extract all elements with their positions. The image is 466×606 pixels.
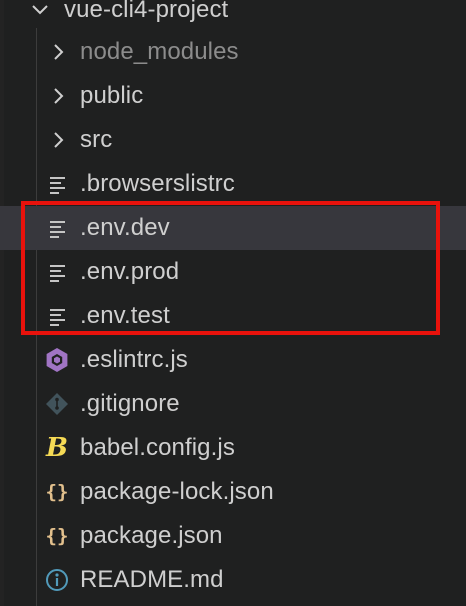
info-icon [46,569,68,591]
tree-item-env-test[interactable]: .env.test [0,294,466,338]
tree-item-eslintrc[interactable]: .eslintrc.js [0,338,466,382]
chevron-down-icon [32,5,48,15]
text-file-icon [50,177,65,194]
tree-item-label: .browserslistrc [80,170,235,197]
text-file-icon [50,309,65,326]
tree-item-gitignore[interactable]: .gitignore [0,382,466,426]
tree-item-label: node_modules [80,38,239,65]
tree-item-label: .env.dev [80,214,170,241]
tree-item-label: README.md [80,566,224,593]
tree-item-babel-config[interactable]: B babel.config.js [0,426,466,470]
tree-item-label: public [80,82,144,109]
tree-item-label: .eslintrc.js [80,346,188,373]
json-braces-icon: {} [45,481,69,503]
tree-item-browserslistrc[interactable]: .browserslistrc [0,162,466,206]
text-file-icon [50,221,65,238]
tree-item-env-prod[interactable]: .env.prod [0,250,466,294]
chevron-right-icon [54,44,64,60]
tree-item-readme[interactable]: README.md [0,558,466,602]
tree-item-label: .env.test [80,302,170,329]
babel-icon: B [45,433,69,463]
tree-item-node-modules[interactable]: node_modules [0,30,466,74]
tree-root-folder[interactable]: vue-cli4-project [0,0,466,32]
chevron-right-icon [54,132,64,148]
tree-item-public[interactable]: public [0,74,466,118]
tree-item-label: .env.prod [80,258,180,285]
tree-item-src[interactable]: src [0,118,466,162]
tree-item-package-json[interactable]: {} package.json [0,514,466,558]
json-braces-icon: {} [45,525,69,547]
text-file-icon [50,265,65,282]
root-folder-label: vue-cli4-project [64,0,229,23]
tree-item-label: .gitignore [80,390,180,417]
tree-item-label: src [80,126,113,153]
tree-item-label: babel.config.js [80,434,235,461]
tree-item-env-dev[interactable]: .env.dev [0,206,466,250]
tree-item-label: package-lock.json [80,478,274,505]
file-explorer: vue-cli4-project node_modules public src… [0,0,466,606]
tree-item-label: package.json [80,522,223,549]
tree-item-package-lock[interactable]: {} package-lock.json [0,470,466,514]
eslint-icon [46,348,68,372]
git-icon [46,393,68,415]
chevron-right-icon [54,88,64,104]
